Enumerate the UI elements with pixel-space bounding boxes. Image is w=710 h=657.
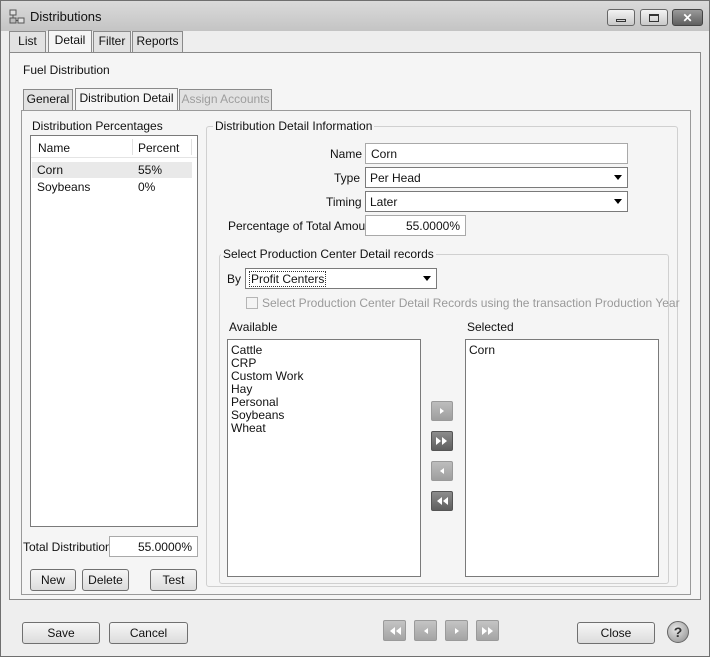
column-header-name[interactable]: Name [38, 140, 70, 156]
tab-reports[interactable]: Reports [132, 31, 183, 52]
percentages-caption: Distribution Percentages [32, 119, 163, 133]
list-item[interactable]: Wheat [231, 420, 266, 436]
title-bar: Distributions ✕ [1, 1, 709, 31]
section-title: Fuel Distribution [23, 63, 110, 77]
timing-select-value: Later [370, 195, 398, 209]
type-select-value: Per Head [370, 171, 421, 185]
type-select[interactable]: Per Head [365, 167, 628, 188]
minimize-icon [616, 18, 626, 22]
by-select-value: Profit Centers [248, 271, 327, 287]
available-list[interactable]: Cattle CRP Custom Work Hay Personal Soyb… [227, 339, 421, 577]
by-label: By [227, 272, 242, 286]
close-window-button[interactable]: ✕ [672, 9, 703, 26]
last-record-icon [481, 626, 493, 635]
percentage-label: Percentage of Total Amount [228, 219, 376, 233]
selected-list[interactable]: Corn [465, 339, 659, 577]
type-label: Type [334, 171, 361, 185]
name-label: Name [330, 147, 363, 161]
move-right-icon [440, 408, 444, 414]
name-field[interactable]: Corn [365, 143, 628, 164]
list-item[interactable]: Corn [469, 342, 495, 358]
first-record-button[interactable] [383, 620, 406, 641]
table-row[interactable]: Soybeans 0% [32, 179, 192, 195]
move-left-icon [440, 468, 444, 474]
tab-list[interactable]: List [9, 31, 46, 52]
detail-caption: Distribution Detail Information [213, 119, 375, 133]
cancel-button[interactable]: Cancel [109, 622, 188, 644]
tab-detail[interactable]: Detail [48, 30, 92, 53]
move-all-right-button[interactable] [431, 431, 453, 451]
chevron-down-icon [614, 175, 622, 180]
by-select[interactable]: Profit Centers [245, 268, 437, 289]
move-right-button[interactable] [431, 401, 453, 421]
percentages-header: Name Percent [31, 136, 197, 158]
next-record-icon [454, 627, 459, 634]
minimize-button[interactable] [607, 9, 635, 26]
tab-filter[interactable]: Filter [93, 31, 131, 52]
previous-record-icon [423, 627, 428, 634]
row-name: Corn [37, 163, 64, 177]
save-button[interactable]: Save [22, 622, 100, 644]
timing-select[interactable]: Later [365, 191, 628, 212]
row-name: Soybeans [37, 180, 91, 194]
chevron-down-icon [423, 276, 431, 281]
close-icon: ✕ [682, 10, 693, 25]
move-all-left-button[interactable] [431, 491, 453, 511]
last-record-button[interactable] [476, 620, 499, 641]
row-percent: 0% [138, 180, 156, 194]
tab-distribution-detail[interactable]: Distribution Detail [75, 88, 178, 111]
tab-assign-accounts: Assign Accounts [179, 89, 272, 110]
distributions-window: Distributions ✕ List Detail Filter Repor… [0, 0, 710, 657]
column-header-percent[interactable]: Percent [138, 140, 179, 156]
percentage-field[interactable]: 55.0000% [365, 215, 466, 236]
app-icon [9, 9, 25, 24]
production-year-checkbox-label: Select Production Center Detail Records … [262, 296, 680, 310]
tab-general[interactable]: General [23, 89, 73, 110]
next-record-button[interactable] [445, 620, 468, 641]
total-distribution-field: 55.0000% [109, 536, 198, 557]
total-distribution-label: Total Distribution [23, 540, 112, 554]
available-label: Available [229, 320, 278, 334]
new-button[interactable]: New [30, 569, 76, 591]
close-button[interactable]: Close [577, 622, 655, 644]
percentages-list[interactable]: Name Percent Corn 55% Soybeans 0% [30, 135, 198, 527]
production-year-checkbox[interactable] [246, 297, 258, 309]
move-all-right-icon [436, 437, 447, 445]
maximize-icon [649, 13, 659, 22]
production-caption: Select Production Center Detail records [221, 247, 436, 261]
column-divider [132, 139, 133, 155]
move-all-left-icon [437, 497, 448, 505]
move-left-button[interactable] [431, 461, 453, 481]
test-button[interactable]: Test [150, 569, 197, 591]
delete-button[interactable]: Delete [82, 569, 129, 591]
row-percent: 55% [138, 163, 163, 177]
timing-label: Timing [326, 195, 362, 209]
table-row[interactable]: Corn 55% [32, 162, 192, 178]
selected-label: Selected [467, 320, 514, 334]
previous-record-button[interactable] [414, 620, 437, 641]
window-title: Distributions [30, 9, 102, 24]
chevron-down-icon [614, 199, 622, 204]
first-record-icon [389, 626, 401, 635]
maximize-button[interactable] [640, 9, 668, 26]
help-icon[interactable]: ? [667, 621, 689, 643]
column-divider [191, 139, 192, 155]
